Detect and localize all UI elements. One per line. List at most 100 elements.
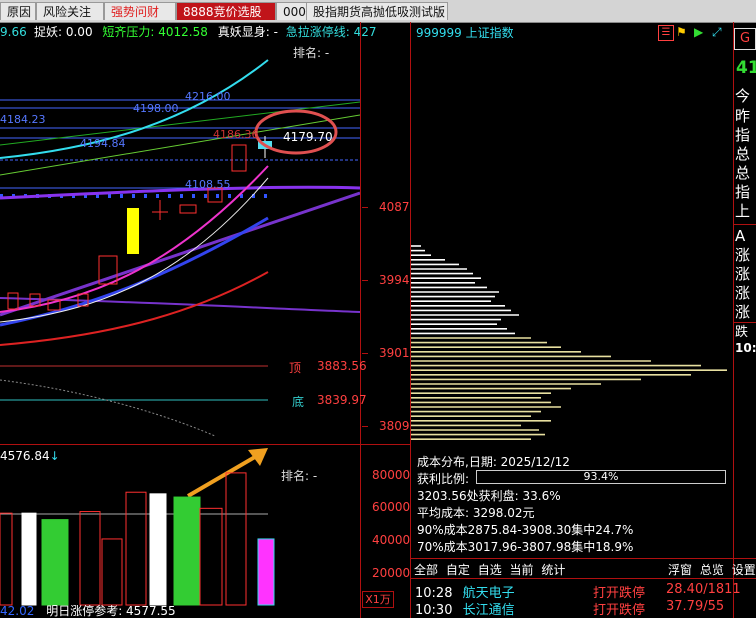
volume-chart[interactable] xyxy=(0,460,360,606)
volume-bar xyxy=(257,538,275,606)
right-char: 总 xyxy=(735,164,751,182)
right-char: 涨 xyxy=(735,284,751,302)
g-icon[interactable]: G xyxy=(734,28,756,50)
dist-line1: 3203.56处获利盘: 33.6% xyxy=(417,489,561,503)
y-tick-mark xyxy=(362,280,368,281)
tab-futures-test[interactable]: 股指期货高抛低吸测试版 xyxy=(306,2,448,20)
tab-all[interactable]: 全部 xyxy=(414,563,438,577)
right-divider xyxy=(733,224,756,225)
ma-red xyxy=(0,271,269,346)
tab-custom[interactable]: 自定 xyxy=(446,563,470,577)
right-char: 上 xyxy=(735,202,751,220)
right-char: 昨 xyxy=(735,107,751,125)
candle-yellow xyxy=(127,208,139,254)
right-char: 涨 xyxy=(735,246,751,264)
alert-name: 长江通信 xyxy=(462,603,515,618)
alert-row[interactable]: 10:30 长江通信 xyxy=(415,599,515,618)
volume-y-tick: 40000 xyxy=(372,533,411,547)
tab-bar-fill xyxy=(448,0,756,22)
list-tabs: 全部 自定 自选 当前 统计 xyxy=(414,561,565,578)
profit-value: 93.4% xyxy=(583,470,619,483)
volume-y-tick: 60000 xyxy=(372,500,411,514)
y-tick: 3994 xyxy=(379,273,410,287)
y-tick-mark xyxy=(362,426,368,427)
volume-bar xyxy=(173,496,201,606)
candle xyxy=(231,144,247,172)
profit-label: 获利比例: xyxy=(417,472,470,486)
right-char: 涨 xyxy=(735,303,751,321)
play-icon[interactable]: ▶ xyxy=(694,25,703,39)
bottom-label: 底 xyxy=(292,395,305,409)
price-label: 4198.00 xyxy=(133,102,179,115)
tab-watchlist[interactable]: 自选 xyxy=(478,563,502,577)
tab-000[interactable]: 000 xyxy=(276,2,308,20)
volume-bar xyxy=(199,507,223,606)
kline-chart[interactable] xyxy=(0,40,360,444)
candle xyxy=(179,204,197,214)
right-char: A xyxy=(735,227,746,245)
volume-unit[interactable]: X1万 xyxy=(362,591,394,608)
alert-action: 打开跌停 xyxy=(593,603,646,618)
cost-distribution-chart xyxy=(411,245,727,440)
volume-bar xyxy=(149,493,167,606)
header-indicators: 捉妖: 0.00 短齐压力: 4012.58 真妖显身: - 急拉涨停线: 42… xyxy=(28,24,377,40)
price-label: 4216.00 xyxy=(185,90,231,103)
tab-current[interactable]: 当前 xyxy=(510,563,534,577)
profit-bar: 93.4% xyxy=(476,470,726,484)
y-tick-mark xyxy=(362,207,368,208)
top-label: 顶 xyxy=(289,361,302,375)
alert-value: 28.40/1811 xyxy=(666,582,741,597)
candle xyxy=(7,292,19,310)
header-left-value: 9.66 xyxy=(0,25,27,39)
latest-price-label: 4179.70 xyxy=(283,130,333,144)
volume-y-tick: 20000 xyxy=(372,566,411,580)
tab-strong-query[interactable]: 强势问财 xyxy=(104,2,176,20)
volume-bar xyxy=(0,512,13,606)
y-tick: 4087 xyxy=(379,200,410,214)
tab-reason[interactable]: 原因 xyxy=(0,2,36,20)
indicator-pressure: 短齐压力: 4012.58 xyxy=(102,25,208,39)
right-char: 指 xyxy=(735,126,751,144)
volume-bar xyxy=(101,538,123,606)
chart-axis-border xyxy=(360,22,361,618)
right-char: 涨 xyxy=(735,265,751,283)
y-tick: 3809 xyxy=(379,419,410,433)
y-tick: 3901 xyxy=(379,346,410,360)
rank-label: 排名: - xyxy=(293,46,330,60)
overview-button[interactable]: 总览 xyxy=(700,563,724,577)
volume-bar xyxy=(225,472,247,606)
price-label: 4186.36 xyxy=(213,128,259,141)
right-char: 10: xyxy=(735,341,756,355)
right-char: 总 xyxy=(735,145,751,163)
price-label: 4108.55 xyxy=(185,178,231,191)
volume-bar xyxy=(41,519,69,606)
tab-stats[interactable]: 统计 xyxy=(541,563,565,577)
volume-footer-left: 42.02 xyxy=(0,605,35,618)
volume-footer-label: 明日涨停参考: 4577.55 xyxy=(46,605,176,618)
alert-time: 10:30 xyxy=(415,603,453,618)
doc-icon[interactable]: ☰ xyxy=(658,25,674,41)
volume-bar xyxy=(125,491,147,606)
index-title: 999999 上证指数 xyxy=(416,26,514,40)
float-window-button[interactable]: 浮窗 xyxy=(668,563,692,577)
tab-bar: 原因 风险关注 强势问财 8888竞价选股 000 股指期货高抛低吸测试版 xyxy=(0,0,756,23)
list-border xyxy=(410,558,756,559)
expand-icon[interactable]: ⤢ xyxy=(712,25,726,39)
volume-bar xyxy=(79,511,101,606)
volume-bar xyxy=(21,512,37,606)
top-value: 3883.56 xyxy=(317,359,367,373)
indicator-catch: 捉妖: 0.00 xyxy=(34,25,93,39)
dist-line4: 70%成本3017.96-3807.98集中18.9% xyxy=(417,540,634,554)
y-tick-mark xyxy=(362,353,368,354)
flag-icon[interactable]: ⚑ xyxy=(676,25,687,39)
tab-risk-watch[interactable]: 风险关注 xyxy=(36,2,104,20)
tab-auction-select[interactable]: 8888竞价选股 xyxy=(176,2,276,20)
indicator-reveal: 真妖显身: - xyxy=(217,25,278,39)
price-label: 4194.84 xyxy=(80,137,126,150)
dist-line3: 90%成本2875.84-3908.30集中24.7% xyxy=(417,523,634,537)
dist-title: 成本分布,日期: 2025/12/12 xyxy=(417,455,570,469)
right-char: 指 xyxy=(735,183,751,201)
price-label: 4184.23 xyxy=(0,113,46,126)
dist-line2: 平均成本: 3298.02元 xyxy=(417,506,535,520)
volume-footer: 42.02 明日涨停参考: 4577.55 xyxy=(0,605,360,618)
